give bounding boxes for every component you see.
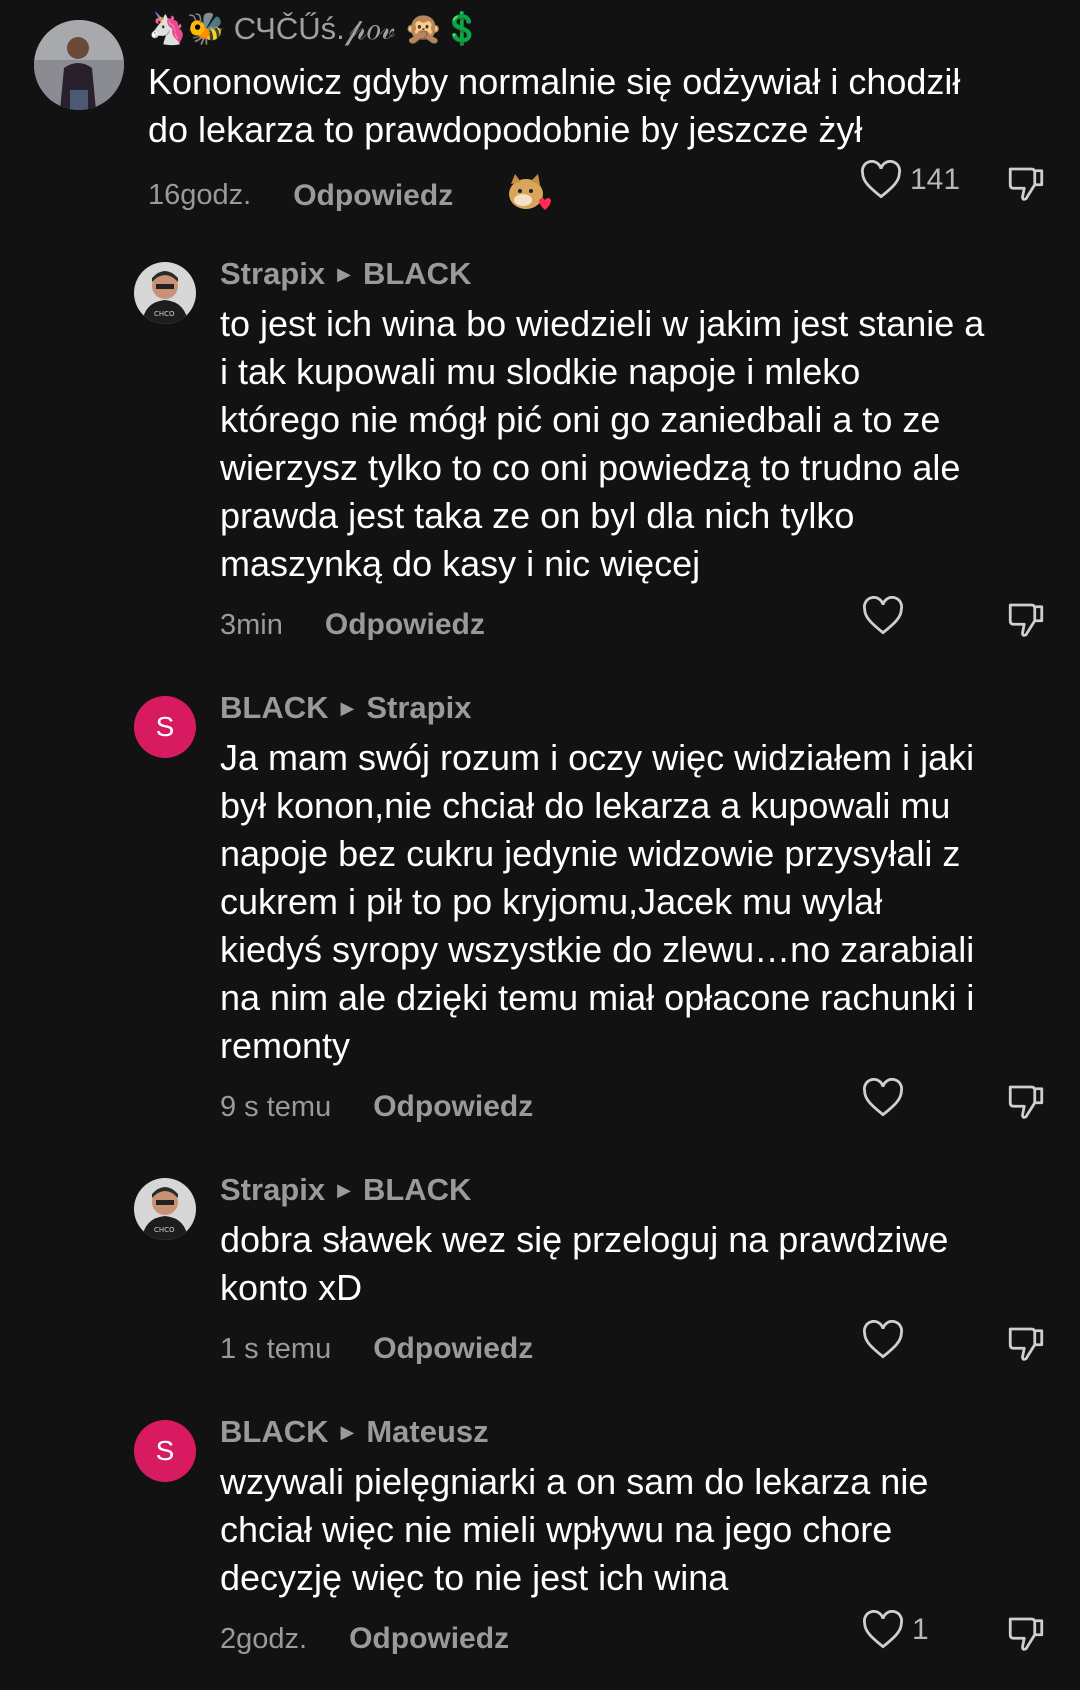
comment-author[interactable]: Strapix	[220, 1172, 325, 1208]
comment-author[interactable]: BLACK	[220, 1414, 329, 1450]
dislike-button[interactable]	[1005, 162, 1047, 209]
thumbs-down-icon	[1008, 603, 1044, 637]
comment-author[interactable]: BLACK	[220, 690, 329, 726]
like-count: 1	[912, 1613, 929, 1646]
svg-text:CHCO: CHCO	[154, 1226, 175, 1234]
comment-meta: 2godz. Odpowiedz	[220, 1622, 509, 1656]
heart-outline-icon	[862, 1078, 904, 1117]
reply-button[interactable]: Odpowiedz	[293, 179, 453, 213]
comment-author[interactable]: Strapix	[220, 256, 325, 292]
comment-text: to jest ich wina bo wiedzieli w jakim je…	[220, 303, 985, 584]
svg-text:CHCO: CHCO	[154, 310, 175, 318]
triangle-right-icon: ▶	[340, 1421, 355, 1442]
like-button[interactable]	[862, 1320, 912, 1360]
comment-time: 2godz.	[220, 1622, 308, 1655]
like-button[interactable]	[862, 1078, 912, 1118]
comment-meta: 3min Odpowiedz	[220, 608, 485, 642]
comment-text: Kononowicz gdyby normalnie się odżywiał …	[148, 61, 961, 150]
dislike-button[interactable]	[1005, 1612, 1047, 1659]
avatar[interactable]: CHCO	[134, 1178, 196, 1240]
heart-outline-icon	[862, 1610, 904, 1649]
thumbs-down-icon	[1008, 1327, 1044, 1361]
avatar-letter: S	[155, 1435, 175, 1466]
comment-author-row: BLACK ▶ Mateusz	[220, 1414, 489, 1450]
like-button[interactable]: 1	[862, 1610, 929, 1650]
like-button[interactable]: 141	[860, 160, 960, 200]
like-count: 141	[910, 163, 961, 196]
doge-heart-sticker-icon	[507, 172, 553, 219]
heart-outline-icon	[862, 596, 904, 635]
avatar[interactable]	[34, 20, 124, 110]
reply-button[interactable]: Odpowiedz	[349, 1622, 509, 1656]
like-button[interactable]	[862, 596, 912, 636]
comment-meta: 16godz. Odpowiedz	[148, 172, 553, 219]
comment-text: dobra sławek wez się przeloguj na prawdz…	[220, 1219, 949, 1308]
reply-button[interactable]: Odpowiedz	[373, 1090, 533, 1124]
comment-meta: 9 s temu Odpowiedz	[220, 1090, 533, 1124]
reply-to-user[interactable]: BLACK	[363, 256, 472, 292]
triangle-right-icon: ▶	[337, 263, 351, 284]
comment-time: 9 s temu	[220, 1090, 332, 1123]
comment-time: 3min	[220, 608, 283, 641]
dislike-button[interactable]	[1005, 1322, 1047, 1369]
thumbs-down-icon	[1008, 1617, 1044, 1651]
avatar-letter: S	[155, 711, 175, 742]
avatar[interactable]: S	[134, 696, 196, 758]
triangle-right-icon: ▶	[340, 697, 355, 718]
heart-outline-icon	[860, 160, 902, 199]
avatar[interactable]: CHCO	[134, 262, 196, 324]
reply-button[interactable]: Odpowiedz	[325, 608, 485, 642]
comment-time: 16godz.	[148, 179, 252, 211]
thumbs-down-icon	[1008, 1085, 1044, 1119]
dislike-button[interactable]	[1005, 598, 1047, 645]
comment-author[interactable]: 🦄🐝 СЧČŰś.𝓅𝑜𝓋 🙊💲	[148, 10, 481, 48]
avatar[interactable]: S	[134, 1420, 196, 1482]
thumbs-down-icon	[1008, 167, 1044, 201]
reply-to-user[interactable]: Strapix	[366, 690, 471, 726]
reply-to-user[interactable]: BLACK	[363, 1172, 472, 1208]
reply-button[interactable]: Odpowiedz	[373, 1332, 533, 1366]
comment-time: 1 s temu	[220, 1332, 332, 1365]
heart-outline-icon	[862, 1320, 904, 1359]
triangle-right-icon: ▶	[337, 1179, 351, 1200]
comment-text: wzywali pielęgniarki a on sam do lekarza…	[220, 1461, 929, 1598]
comment-author-row: Strapix ▶ BLACK	[220, 1172, 471, 1208]
reply-to-user[interactable]: Mateusz	[366, 1414, 488, 1450]
comment-author-row: BLACK ▶ Strapix	[220, 690, 471, 726]
comment-author-row: Strapix ▶ BLACK	[220, 256, 471, 292]
comment-text: Ja mam swój rozum i oczy więc widziałem …	[220, 737, 975, 1066]
dislike-button[interactable]	[1005, 1080, 1047, 1127]
comment-meta: 1 s temu Odpowiedz	[220, 1332, 533, 1366]
